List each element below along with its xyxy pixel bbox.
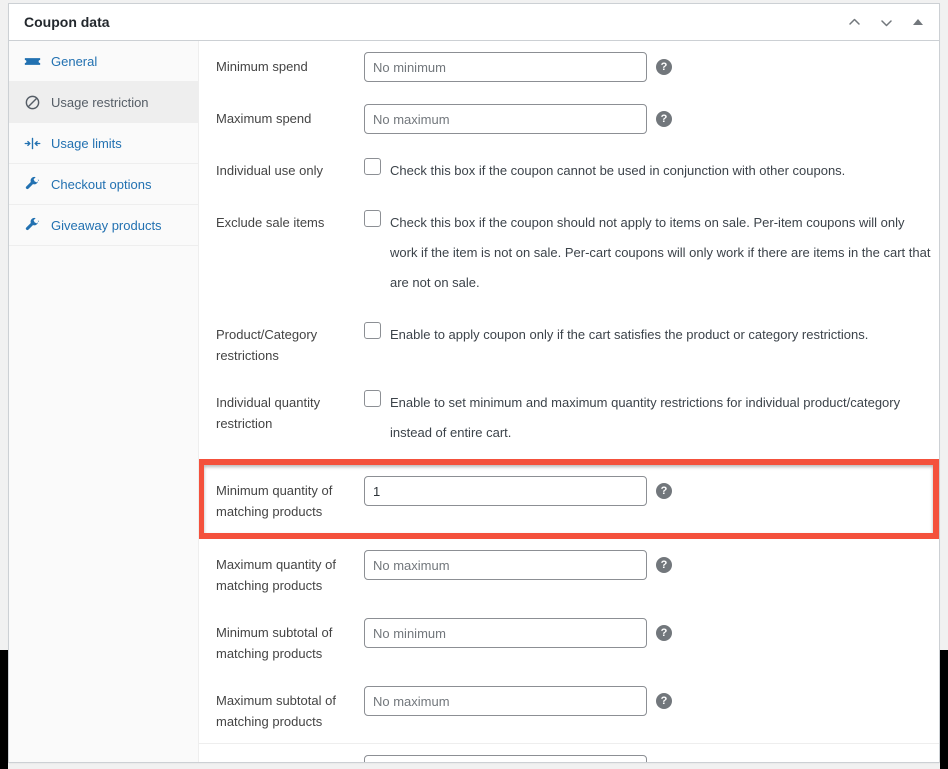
- chevron-up-icon: [847, 15, 862, 30]
- maximum-quantity-matching-products-input[interactable]: [364, 550, 647, 580]
- viewport-edge-left: [0, 650, 8, 769]
- field-control: ?: [364, 755, 939, 763]
- field-row-individual-use-only: Individual use only Check this box if th…: [199, 145, 939, 197]
- field-row-individual-quantity-restriction: Individual quantity restriction Enable t…: [199, 377, 939, 459]
- coupon-data-sidebar: General Usage restriction Usage limits C…: [9, 41, 199, 762]
- panel-header-actions: [839, 4, 933, 40]
- move-up-button[interactable]: [839, 7, 869, 37]
- help-icon[interactable]: ?: [656, 625, 672, 641]
- field-label: Maximum spend: [216, 111, 312, 126]
- field-control: ?: [364, 550, 939, 580]
- field-control: ?: [364, 476, 933, 506]
- checkbox-wrapper: Enable to apply coupon only if the cart …: [364, 320, 868, 350]
- screenshot-canvas: Coupon data General Usage restriction Us…: [0, 0, 948, 769]
- minimum-spend-input[interactable]: [364, 52, 647, 82]
- exclude-sale-items-checkbox[interactable]: [364, 210, 381, 227]
- field-control: ?: [364, 52, 939, 82]
- field-row-minimum-quantity-matching-products: Minimum quantity of matching products ?: [204, 465, 933, 533]
- field-row-minimum-subtotal-matching-products: Minimum subtotal of matching products ?: [199, 607, 939, 675]
- panel-header: Coupon data: [9, 4, 939, 41]
- field-row-product-category-restrictions: Product/Category restrictions Enable to …: [199, 309, 939, 377]
- sidebar-item-label: General: [51, 53, 98, 69]
- ticket-icon: [23, 52, 41, 70]
- checkbox-description: Enable to apply coupon only if the cart …: [390, 327, 869, 342]
- field-label: Minimum spend: [216, 59, 308, 74]
- maximum-subtotal-matching-products-input[interactable]: [364, 686, 647, 716]
- annotation-highlight-box: Minimum quantity of matching products ?: [199, 459, 939, 539]
- checkbox-description: Check this box if the coupon cannot be u…: [390, 163, 846, 178]
- limits-icon: [23, 134, 41, 152]
- field-control: Check this box if the coupon should not …: [364, 208, 939, 298]
- wrench-icon: [23, 216, 41, 234]
- field-row-allowed-emails: Allowed emails ?: [199, 743, 939, 763]
- field-control: Enable to set minimum and maximum quanti…: [364, 388, 939, 448]
- checkbox-description: Check this box if the coupon should not …: [390, 215, 931, 290]
- field-control: ?: [364, 618, 939, 648]
- toggle-panel-button[interactable]: [903, 7, 933, 37]
- sidebar-item-label: Usage limits: [51, 135, 122, 151]
- field-label: Exclude sale items: [216, 215, 325, 230]
- maximum-spend-input[interactable]: [364, 104, 647, 134]
- move-down-button[interactable]: [871, 7, 901, 37]
- individual-use-only-checkbox[interactable]: [364, 158, 381, 175]
- field-label: Minimum subtotal of matching products: [216, 625, 333, 661]
- minimum-quantity-matching-products-input[interactable]: [364, 476, 647, 506]
- field-label: Allowed emails: [216, 755, 364, 762]
- field-row-maximum-subtotal-matching-products: Maximum subtotal of matching products ?: [199, 675, 939, 743]
- field-label: Individual quantity restriction: [216, 395, 321, 431]
- viewport-edge-right: [940, 650, 948, 769]
- help-icon[interactable]: ?: [656, 483, 672, 499]
- ban-icon: [23, 93, 41, 111]
- panel-body: General Usage restriction Usage limits C…: [9, 41, 939, 763]
- product-category-restrictions-checkbox[interactable]: [364, 322, 381, 339]
- minimum-subtotal-matching-products-input[interactable]: [364, 618, 647, 648]
- checkbox-wrapper: Enable to set minimum and maximum quanti…: [364, 388, 934, 448]
- sidebar-item-label: Giveaway products: [51, 217, 162, 233]
- field-label: Individual use only: [216, 163, 323, 178]
- field-control: ?: [364, 104, 939, 134]
- wrench-icon: [23, 175, 41, 193]
- checkbox-wrapper: Check this box if the coupon cannot be u…: [364, 156, 845, 186]
- sidebar-item-label: Checkout options: [51, 176, 152, 192]
- checkbox-wrapper: Check this box if the coupon should not …: [364, 208, 934, 298]
- individual-quantity-restriction-checkbox[interactable]: [364, 390, 381, 407]
- sidebar-item-checkout-options[interactable]: Checkout options: [9, 164, 198, 205]
- field-row-exclude-sale-items: Exclude sale items Check this box if the…: [199, 197, 939, 309]
- sidebar-item-usage-limits[interactable]: Usage limits: [9, 123, 198, 164]
- field-label: Product/Category restrictions: [216, 327, 318, 363]
- field-control: Enable to apply coupon only if the cart …: [364, 320, 939, 350]
- allowed-emails-input[interactable]: [364, 755, 647, 762]
- checkbox-description: Enable to set minimum and maximum quanti…: [390, 395, 901, 440]
- page-title: Coupon data: [24, 14, 110, 30]
- field-label: Minimum quantity of matching products: [216, 483, 333, 519]
- sidebar-item-giveaway-products[interactable]: Giveaway products: [9, 205, 198, 246]
- field-row-maximum-spend: Maximum spend ?: [199, 93, 939, 145]
- help-icon[interactable]: ?: [656, 111, 672, 127]
- help-icon[interactable]: ?: [656, 557, 672, 573]
- sidebar-item-general[interactable]: General: [9, 41, 198, 82]
- help-icon[interactable]: ?: [656, 762, 672, 763]
- field-row-minimum-spend: Minimum spend ?: [199, 41, 939, 93]
- sidebar-item-usage-restriction[interactable]: Usage restriction: [9, 82, 198, 123]
- field-label: Maximum quantity of matching products: [216, 557, 336, 593]
- field-row-maximum-quantity-matching-products: Maximum quantity of matching products ?: [199, 539, 939, 607]
- chevron-down-icon: [879, 15, 894, 30]
- field-control: ?: [364, 686, 939, 716]
- field-label: Maximum subtotal of matching products: [216, 693, 336, 729]
- help-icon[interactable]: ?: [656, 693, 672, 709]
- coupon-data-metabox: Coupon data General Usage restriction Us…: [8, 3, 940, 763]
- usage-restriction-panel: Minimum spend ? Maximum spend ?: [199, 41, 939, 763]
- triangle-up-icon: [913, 19, 923, 25]
- help-icon[interactable]: ?: [656, 59, 672, 75]
- field-control: Check this box if the coupon cannot be u…: [364, 156, 939, 186]
- sidebar-item-label: Usage restriction: [51, 94, 149, 110]
